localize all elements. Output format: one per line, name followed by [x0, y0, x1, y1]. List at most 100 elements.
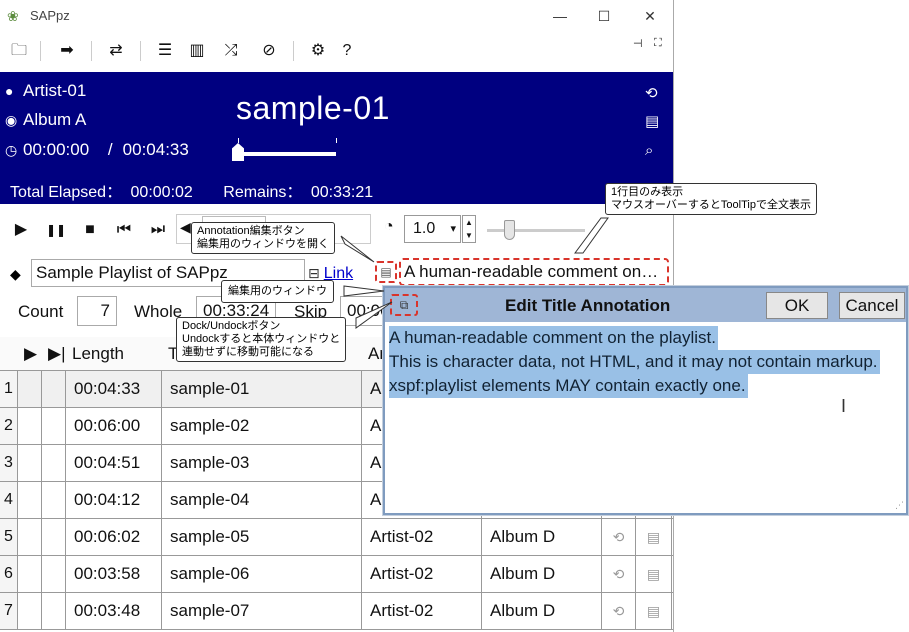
table-row[interactable]: 7 00:03:48 sample-07 Artist-02 Album D ⟲ ▤ [0, 593, 673, 630]
play-button[interactable]: ▶ [9, 218, 33, 242]
shuffle-button[interactable]: ⤮ [218, 39, 244, 63]
loop-icon[interactable]: ⟲ [602, 519, 636, 555]
tag-icon: ◆ [10, 266, 21, 282]
toolbar-separator [91, 41, 92, 61]
play-next-cell [42, 482, 66, 518]
annotation-line: xspf:playlist elements MAY contain exact… [389, 374, 748, 398]
speed-slider-track[interactable] [487, 229, 585, 232]
title-bar[interactable]: ❀ SAPpz — ☐ ✕ [0, 0, 673, 31]
play-next-cell [42, 593, 66, 629]
callout-text: Annotation編集ボタン [197, 225, 305, 237]
comment-icon[interactable]: ▤ [636, 593, 672, 629]
callout-anno-button: Annotation編集ボタン 編集用のウィンドウを開く [191, 222, 335, 254]
user-icon: ● [5, 83, 14, 99]
eraser-button[interactable]: ⊘ [256, 39, 282, 63]
pause-button[interactable]: ❚❚ [44, 218, 68, 242]
play-cell [18, 408, 42, 444]
loop-icon[interactable]: ⟲ [645, 84, 658, 102]
next-button[interactable]: ⏭ [146, 218, 170, 242]
time-current: 00:00:00 [23, 140, 90, 159]
play-cell [18, 593, 42, 629]
next-playlist-button[interactable]: ➡ [54, 39, 80, 63]
artist-name: Artist-01 [23, 81, 87, 100]
title-cell: sample-07 [162, 593, 362, 629]
minimize-button[interactable]: — [538, 4, 582, 28]
annotation-line: A human-readable comment on the playlist… [389, 326, 718, 350]
maximize-button[interactable]: ☐ [582, 4, 626, 28]
comment-icon: ▤ [380, 265, 392, 279]
pin-icon[interactable]: ⊣ [633, 37, 643, 50]
speed-select[interactable]: 1.0 ▾ [404, 215, 461, 243]
table-row[interactable]: 5 00:06:02 sample-05 Artist-02 Album D ⟲ ▤ [0, 519, 673, 556]
row-number: 6 [0, 556, 18, 592]
callout-dock: Dock/Undockボタン Undockすると本体ウィンドウと 連動せずに移動… [176, 317, 347, 362]
annotation-preview[interactable]: A human-readable comment on… [399, 258, 669, 286]
header-length[interactable]: Length [66, 337, 162, 371]
clock-icon: ◷ [5, 142, 18, 158]
album-cell: Album D [482, 556, 602, 592]
header-play-next[interactable]: ▶| [42, 337, 66, 371]
callout-text: Undockすると本体ウィンドウと [182, 333, 341, 345]
speed-slider-thumb[interactable] [504, 220, 515, 240]
loop-icon[interactable]: ⟲ [602, 556, 636, 592]
seek-bar[interactable] [238, 152, 336, 156]
toolbar-separator [40, 41, 41, 61]
dialog-title-bar[interactable]: ⧉ Edit Title Annotation OK Cancel [385, 288, 906, 322]
table-row[interactable]: 6 00:03:58 sample-06 Artist-02 Album D ⟲ ▤ [0, 556, 673, 593]
ok-button[interactable]: OK [766, 292, 828, 319]
list-view-button[interactable]: ☰ [152, 39, 178, 63]
play-next-cell [42, 556, 66, 592]
annotation-edit-button[interactable]: ▤ [375, 261, 397, 283]
speedometer-icon: ◔ [384, 218, 394, 235]
speaker-icon[interactable]: ◀ [180, 219, 191, 236]
header-play[interactable]: ▶ [18, 337, 42, 371]
album-cell: Album D [482, 519, 602, 555]
help-button[interactable]: ? [334, 39, 360, 63]
time-total: 00:04:33 [122, 140, 189, 159]
annotation-line: This is character data, not HTML, and it… [389, 350, 880, 374]
total-elapsed-row: Total Elapsed： 00:00:02 Remains： 00:33:2… [10, 178, 377, 202]
length-cell: 00:04:33 [66, 371, 162, 407]
fullscreen-icon[interactable]: ⛶ [654, 37, 662, 50]
comment-icon[interactable]: ▤ [636, 556, 672, 592]
length-cell: 00:06:00 [66, 408, 162, 444]
remains-label: Remains： [223, 184, 303, 201]
link-icon: ⊟ [308, 265, 320, 281]
play-next-cell [42, 371, 66, 407]
search-icon[interactable]: ⌕ [645, 142, 653, 159]
row-number: 2 [0, 408, 18, 444]
length-cell: 00:04:12 [66, 482, 162, 518]
play-cell [18, 482, 42, 518]
length-cell: 00:06:02 [66, 519, 162, 555]
loop-icon[interactable]: ⟲ [602, 593, 636, 629]
callout-edit-window: 編集用のウィンドウ [221, 280, 334, 303]
dock-undock-button[interactable]: ⧉ [390, 294, 418, 316]
track-title: sample-01 [236, 90, 390, 126]
open-folder-button[interactable]: 🗀 [6, 39, 32, 63]
app-title: SAPpz [30, 8, 70, 23]
title-cell: sample-05 [162, 519, 362, 555]
row-number: 4 [0, 482, 18, 518]
chevron-down-icon[interactable]: ▾ [450, 216, 456, 242]
previous-button[interactable]: ⏮ [112, 218, 136, 242]
play-cell [18, 556, 42, 592]
stop-button[interactable]: ■ [78, 218, 102, 242]
cancel-button[interactable]: Cancel [839, 292, 905, 319]
album-row: ◉ Album A [5, 110, 86, 130]
settings-gear-button[interactable]: ⚙ [305, 39, 331, 63]
seek-tick [238, 138, 239, 143]
seek-thumb[interactable] [232, 143, 244, 161]
total-elapsed-label: Total Elapsed： [10, 184, 123, 201]
close-button[interactable]: ✕ [628, 4, 672, 28]
toolbar-separator [293, 41, 294, 61]
resize-grip-icon[interactable]: ⋰ [895, 500, 904, 511]
columns-button[interactable]: ▥ [184, 39, 210, 63]
title-cell: sample-06 [162, 556, 362, 592]
speed-spinner[interactable]: ▲ ▼ [462, 215, 476, 243]
comment-icon[interactable]: ▤ [645, 112, 659, 130]
album-cell: Album D [482, 593, 602, 629]
repeat-button[interactable]: ⇄ [103, 39, 129, 63]
annotation-textarea[interactable]: A human-readable comment on the playlist… [389, 326, 904, 512]
dialog-title: Edit Title Annotation [505, 296, 671, 315]
comment-icon[interactable]: ▤ [636, 519, 672, 555]
